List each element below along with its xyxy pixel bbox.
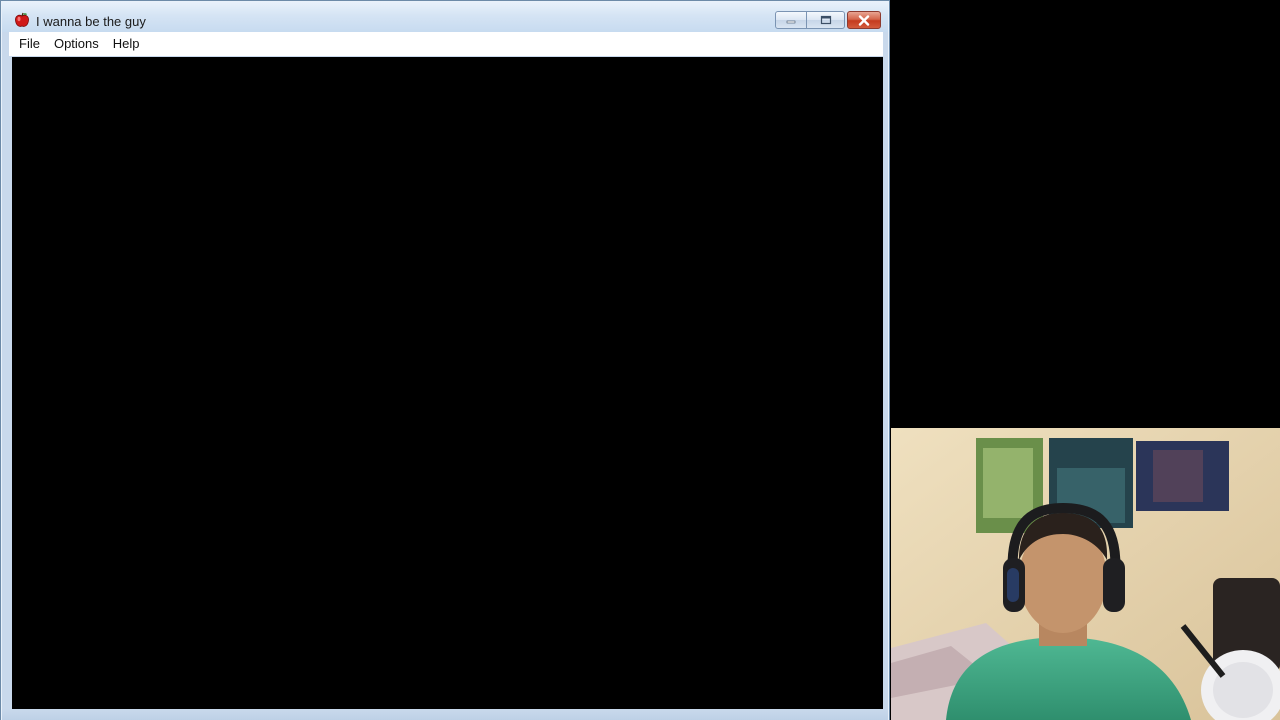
close-button[interactable] [847, 11, 881, 29]
desktop-screen: I wanna be the guy File Options Help [0, 0, 1280, 720]
minimize-button[interactable] [775, 11, 807, 29]
menu-options[interactable]: Options [47, 34, 106, 54]
menu-bar: File Options Help [9, 32, 883, 56]
menu-help[interactable]: Help [106, 34, 147, 54]
menu-file[interactable]: File [12, 34, 47, 54]
webcam-image [891, 428, 1280, 720]
minimize-icon [786, 20, 796, 24]
game-canvas[interactable] [12, 57, 883, 709]
webcam-overlay [891, 428, 1280, 720]
close-icon [858, 14, 870, 26]
title-bar[interactable]: I wanna be the guy [2, 2, 888, 32]
maximize-button[interactable] [807, 11, 845, 29]
apple-icon [15, 12, 29, 27]
game-window: I wanna be the guy File Options Help [0, 0, 890, 720]
window-title: I wanna be the guy [36, 14, 146, 29]
maximize-icon [820, 15, 831, 25]
window-bottom-border [2, 709, 888, 720]
